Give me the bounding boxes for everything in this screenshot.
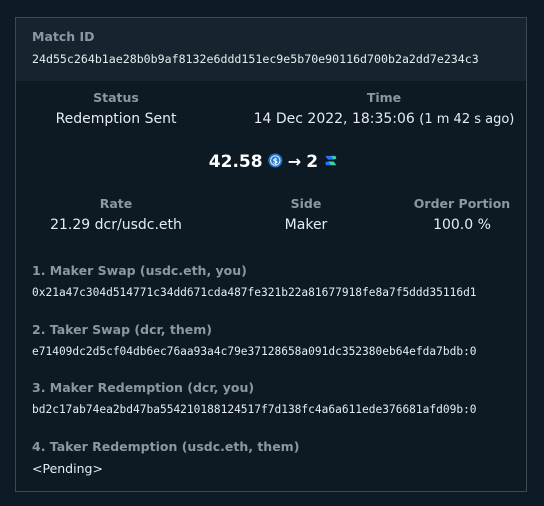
order-portion-value: 100.0 % [433, 217, 491, 233]
side-value: Maker [284, 217, 328, 233]
time-date: 14 Dec 2022, 18:35:06 [253, 111, 415, 127]
svg-text:$: $ [273, 156, 278, 165]
maker-redemption-txid[interactable]: bd2c17ab74ea2bd47ba554210188124517f7d138… [32, 403, 477, 416]
status-value: Redemption Sent [55, 111, 177, 127]
from-amount: 42.58 [208, 152, 263, 172]
status-label: Status [93, 90, 139, 105]
taker-swap-label: 2. Taker Swap (dcr, them) [32, 322, 212, 337]
trade-summary: 42.58 $ → 2 [209, 152, 339, 172]
match-id-label: Match ID [32, 29, 95, 44]
maker-swap-label: 1. Maker Swap (usdc.eth, you) [32, 263, 247, 278]
match-id-header: Match ID 24d55c264b1ae28b0b9af8132e6ddd1… [16, 18, 526, 81]
dcr-icon [323, 153, 339, 172]
match-detail-card: Match ID 24d55c264b1ae28b0b9af8132e6ddd1… [15, 17, 527, 492]
time-ago: (1 m 42 s ago) [419, 112, 515, 127]
maker-redemption-label: 3. Maker Redemption (dcr, you) [32, 380, 255, 395]
rate-value: 21.29 dcr/usdc.eth [50, 217, 182, 233]
taker-redemption-label: 4. Taker Redemption (usdc.eth, them) [32, 439, 300, 454]
trade-arrow: → [287, 152, 302, 171]
taker-redemption-value: <Pending> [32, 461, 103, 476]
rate-label: Rate [99, 196, 133, 211]
side-label: Side [290, 196, 322, 211]
usdc-icon: $ [268, 153, 283, 172]
match-id-value: 24d55c264b1ae28b0b9af8132e6ddd151ec9e5b7… [32, 52, 479, 66]
maker-swap-txid[interactable]: 0x21a47c304d514771c34dd671cda487fe321b22… [32, 286, 477, 299]
time-value: 14 Dec 2022, 18:35:06 (1 m 42 s ago) [254, 111, 515, 127]
order-portion-label: Order Portion [413, 196, 511, 211]
time-label: Time [366, 90, 402, 105]
taker-swap-txid[interactable]: e71409dc2d5cf04db6ec76aa93a4c79e37128658… [32, 345, 477, 358]
to-amount: 2 [306, 152, 319, 172]
